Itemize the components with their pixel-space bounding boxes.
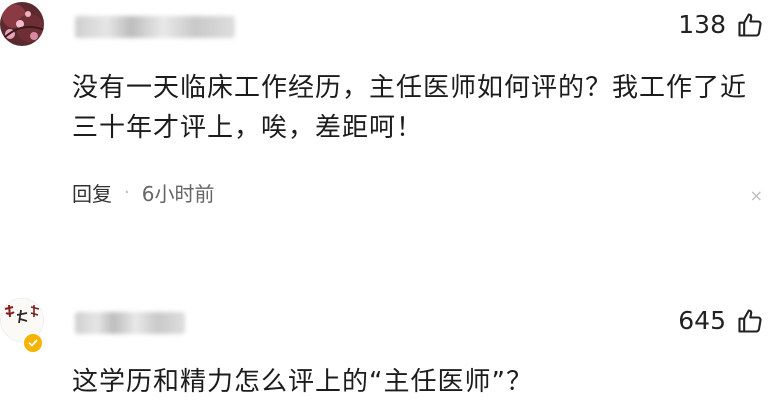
comment-item-2: 645 这学历和精力怎么评上的“主任医师”？	[0, 290, 777, 411]
like-count: 138	[678, 10, 726, 39]
comment-text: 这学历和精力怎么评上的“主任医师”？	[72, 367, 533, 397]
like-count: 645	[678, 306, 726, 335]
comment-time: 6小时前	[141, 182, 215, 206]
verified-badge-icon	[22, 332, 44, 354]
thumbs-up-icon[interactable]	[736, 307, 764, 335]
thumbs-up-icon[interactable]	[736, 11, 764, 39]
close-icon[interactable]: ×	[750, 186, 763, 205]
reply-button[interactable]: 回复	[72, 178, 112, 207]
username-redacted[interactable]	[75, 312, 185, 334]
avatar-image	[0, 2, 44, 46]
like-group: 645	[678, 306, 764, 335]
like-group: 138	[678, 10, 764, 39]
meta-separator: ·	[124, 182, 130, 203]
comment-meta: 回复 · 6小时前	[72, 178, 214, 207]
username-redacted[interactable]	[75, 16, 235, 38]
comment-text: 没有一天临床工作经历，主任医师如何评的？我工作了近三十年才评上，唉，差距呵！	[72, 73, 748, 143]
comment-item-1: 138 没有一天临床工作经历，主任医师如何评的？我工作了近三十年才评上，唉，差距…	[0, 0, 777, 240]
avatar[interactable]	[0, 2, 44, 46]
